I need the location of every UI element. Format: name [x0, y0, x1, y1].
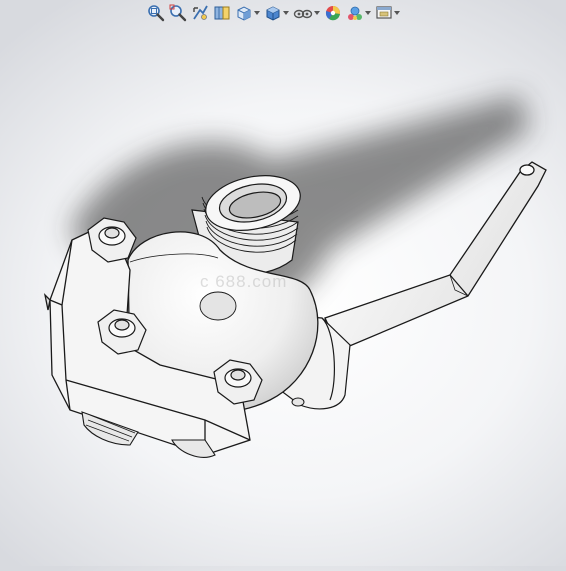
- previous-view-button[interactable]: [190, 3, 210, 23]
- set-screw: [291, 397, 305, 407]
- section-view-button[interactable]: [212, 3, 232, 23]
- zoom-to-area-icon: [169, 4, 187, 22]
- view-settings-icon: [375, 4, 393, 22]
- apply-scene-icon: [346, 4, 364, 22]
- edit-appearance-button[interactable]: [323, 3, 343, 23]
- chevron-down-icon: [314, 11, 320, 15]
- edit-appearance-icon: [324, 4, 342, 22]
- zoom-to-fit-button[interactable]: [146, 3, 166, 23]
- heads-up-view-toolbar: [146, 2, 401, 24]
- chevron-down-icon: [283, 11, 289, 15]
- previous-view-icon: [191, 4, 209, 22]
- chevron-down-icon: [254, 11, 260, 15]
- view-orientation-icon: [235, 4, 253, 22]
- zoom-to-fit-icon: [147, 4, 165, 22]
- view-settings-button[interactable]: [374, 3, 401, 23]
- chevron-down-icon: [394, 11, 400, 15]
- chevron-down-icon: [365, 11, 371, 15]
- apply-scene-button[interactable]: [345, 3, 372, 23]
- hide-show-items-button[interactable]: [292, 3, 321, 23]
- zoom-to-area-button[interactable]: [168, 3, 188, 23]
- graphics-area[interactable]: [0, 26, 566, 566]
- section-view-icon: [213, 4, 231, 22]
- display-style-icon: [264, 4, 282, 22]
- view-orientation-button[interactable]: [234, 3, 261, 23]
- valve-assembly-model: [43, 95, 547, 458]
- display-style-button[interactable]: [263, 3, 290, 23]
- hide-show-items-icon: [293, 4, 313, 22]
